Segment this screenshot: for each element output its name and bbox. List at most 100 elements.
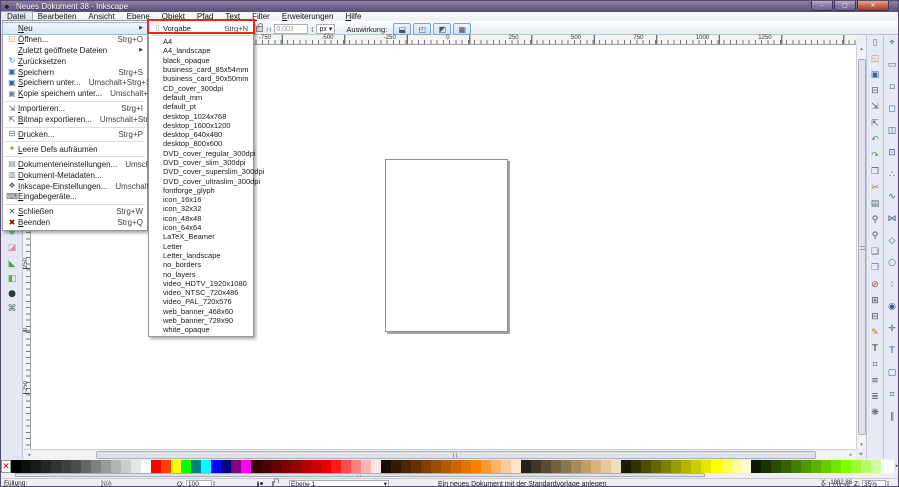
opacity-spinner[interactable]: ▴▾ <box>213 480 215 486</box>
zoom-to-page-icon[interactable]: ⚲ <box>868 230 882 244</box>
snap-toggle-icon[interactable]: ⌖ <box>885 37 899 51</box>
snap-path-intersections-icon[interactable]: ⋈ <box>885 213 899 227</box>
file-menu-item-inkscape-einstellungen[interactable]: ❖Inkscape-Einstellungen...Umschalt+Strg+… <box>3 181 147 192</box>
palette-swatch[interactable] <box>201 460 211 473</box>
palette-swatch[interactable] <box>371 460 381 473</box>
palette-swatch[interactable] <box>571 460 581 473</box>
file-menu-item-beenden[interactable]: ✖BeendenStrg+Q <box>3 217 147 228</box>
palette-swatch[interactable] <box>741 460 751 473</box>
undo-icon[interactable]: ↶ <box>868 134 882 148</box>
palette-swatch[interactable] <box>161 460 171 473</box>
paint-bucket-tool-button[interactable]: ◣ <box>4 258 20 272</box>
template-item-desktop-1024x768[interactable]: desktop_1024x768 <box>149 111 253 120</box>
menubar-item-erweiterungen[interactable]: Erweiterungen <box>276 12 340 21</box>
xml-editor-icon[interactable]: ⌗ <box>868 359 882 373</box>
palette-swatch[interactable] <box>461 460 471 473</box>
maximize-button[interactable]: ▢ <box>834 1 856 11</box>
preferences-icon[interactable]: ❋ <box>868 407 882 421</box>
open-document-icon[interactable]: ◱ <box>868 53 882 67</box>
palette-swatch[interactable] <box>771 460 781 473</box>
layer-visibility-toggle[interactable] <box>257 482 259 487</box>
snap-cusp-nodes-icon[interactable]: ◇ <box>885 235 899 249</box>
template-item-white-opaque[interactable]: white_opaque <box>149 325 253 334</box>
layer-dropdown[interactable]: Ebene 1 ▾ <box>289 480 389 487</box>
template-item-cd-cover-300dpi[interactable]: CD_cover_300dpi <box>149 83 253 92</box>
unlink-clone-icon[interactable]: ⊘ <box>868 279 882 293</box>
snap-text-baseline-icon[interactable]: T <box>885 345 899 359</box>
palette-swatch[interactable] <box>321 460 331 473</box>
palette-swatch[interactable] <box>141 460 151 473</box>
template-item-a4[interactable]: A4 <box>149 37 253 46</box>
zoom-spinner[interactable]: ▴▾ <box>887 480 889 486</box>
file-menu-item-drucken[interactable]: ⊟Drucken...Strg+P <box>3 129 147 140</box>
palette-swatch[interactable] <box>601 460 611 473</box>
transform-stroke-button[interactable]: ⬓ <box>393 23 411 35</box>
minimize-button[interactable]: – <box>811 1 833 11</box>
fill-stroke-dialog-icon[interactable]: ✎ <box>868 327 882 341</box>
snap-bbox-corners-icon[interactable]: ◻ <box>885 103 899 117</box>
file-menu-item-neu[interactable]: Neu▶ <box>3 23 147 34</box>
template-item-business-card-90x50mm[interactable]: business_card_90x50mm <box>149 74 253 83</box>
palette-swatch[interactable] <box>751 460 761 473</box>
template-item-desktop-1600x1200[interactable]: desktop_1600x1200 <box>149 121 253 130</box>
file-menu-item-schlie-en[interactable]: ✕SchließenStrg+W <box>3 206 147 217</box>
palette-swatch[interactable] <box>331 460 341 473</box>
transform-corners-button[interactable]: ◰ <box>413 23 431 35</box>
template-item-dvd-cover-regular-300dpi[interactable]: DVD_cover_regular_300dpi <box>149 149 253 158</box>
template-item-video-hdtv-1920x1080[interactable]: video_HDTV_1920x1080 <box>149 279 253 288</box>
palette-swatch[interactable] <box>31 460 41 473</box>
copy-icon[interactable]: ❐ <box>868 166 882 180</box>
palette-swatch[interactable] <box>291 460 301 473</box>
scroll-down-icon[interactable]: ▾ <box>857 441 866 449</box>
menubar-item-hilfe[interactable]: Hilfe <box>339 12 367 21</box>
lock-ratio-icon[interactable] <box>256 26 263 32</box>
palette-swatch[interactable] <box>21 460 31 473</box>
palette-swatch[interactable] <box>121 460 131 473</box>
template-item-video-ntsc-720x486[interactable]: video_NTSC_720x486 <box>149 288 253 297</box>
palette-scroll-thumb[interactable] <box>15 473 705 477</box>
opacity-input[interactable]: 100 <box>186 480 212 487</box>
zoom-input[interactable]: 35% <box>862 480 886 487</box>
horizontal-scrollbar[interactable]: ◂ ▸ <box>24 449 856 459</box>
palette-swatch[interactable] <box>231 460 241 473</box>
palette-swatch[interactable] <box>701 460 711 473</box>
transform-gradients-button[interactable]: ◩ <box>433 23 451 35</box>
palette-swatch[interactable] <box>411 460 421 473</box>
palette-swatch[interactable] <box>471 460 481 473</box>
palette-swatch[interactable] <box>761 460 771 473</box>
palette-swatch[interactable] <box>611 460 621 473</box>
snap-bounding-box-icon[interactable]: ▭ <box>885 59 899 73</box>
palette-swatch[interactable] <box>421 460 431 473</box>
palette-swatch[interactable] <box>181 460 191 473</box>
scroll-right-icon[interactable]: ▸ <box>846 450 856 460</box>
snap-midpoints-icon[interactable]: ∶ <box>885 279 899 293</box>
template-item-default-pt[interactable]: default_pt <box>149 102 253 111</box>
create-clone-icon[interactable]: ❒ <box>868 262 882 276</box>
snap-bbox-edge-midpoints-icon[interactable]: ◫ <box>885 125 899 139</box>
snap-bbox-centers-icon[interactable]: ⊡ <box>885 147 899 161</box>
palette-swatch[interactable] <box>351 460 361 473</box>
template-item-icon-16x16[interactable]: icon_16x16 <box>149 195 253 204</box>
palette-swatch[interactable] <box>131 460 141 473</box>
palette-swatch[interactable] <box>11 460 21 473</box>
text-dialog-icon[interactable]: T <box>868 343 882 357</box>
file-menu-item-bitmap-exportieren[interactable]: ⇱Bitmap exportieren...Umschalt+Strg+E <box>3 114 147 125</box>
snap-object-centers-icon[interactable]: ◉ <box>885 301 899 315</box>
snap-rotation-centers-icon[interactable]: ✛ <box>885 323 899 337</box>
snap-guides-icon[interactable]: ∥ <box>885 411 899 425</box>
template-item-desktop-640x480[interactable]: desktop_640x480 <box>149 130 253 139</box>
palette-swatch[interactable] <box>81 460 91 473</box>
snap-bbox-edges-icon[interactable]: ▫ <box>885 81 899 95</box>
template-item-black-opaque[interactable]: black_opaque <box>149 56 253 65</box>
palette-more-button[interactable]: ▸ <box>894 460 899 473</box>
dropper-tool-button[interactable]: ● <box>4 288 20 302</box>
file-menu-item-speichern[interactable]: ▣SpeichernStrg+S <box>3 67 147 78</box>
palette-swatch[interactable] <box>171 460 181 473</box>
palette-swatch[interactable] <box>811 460 821 473</box>
palette-swatch-none[interactable]: ✕ <box>1 460 11 473</box>
file-menu-item-dokumenteneinstellungen[interactable]: ▤Dokumenteneinstellungen...Umschalt+Strg… <box>3 159 147 170</box>
vertical-scrollbar[interactable]: ▴ ▾ <box>856 45 866 449</box>
palette-swatch[interactable] <box>581 460 591 473</box>
palette-swatch[interactable] <box>51 460 61 473</box>
palette-swatch[interactable] <box>831 460 841 473</box>
